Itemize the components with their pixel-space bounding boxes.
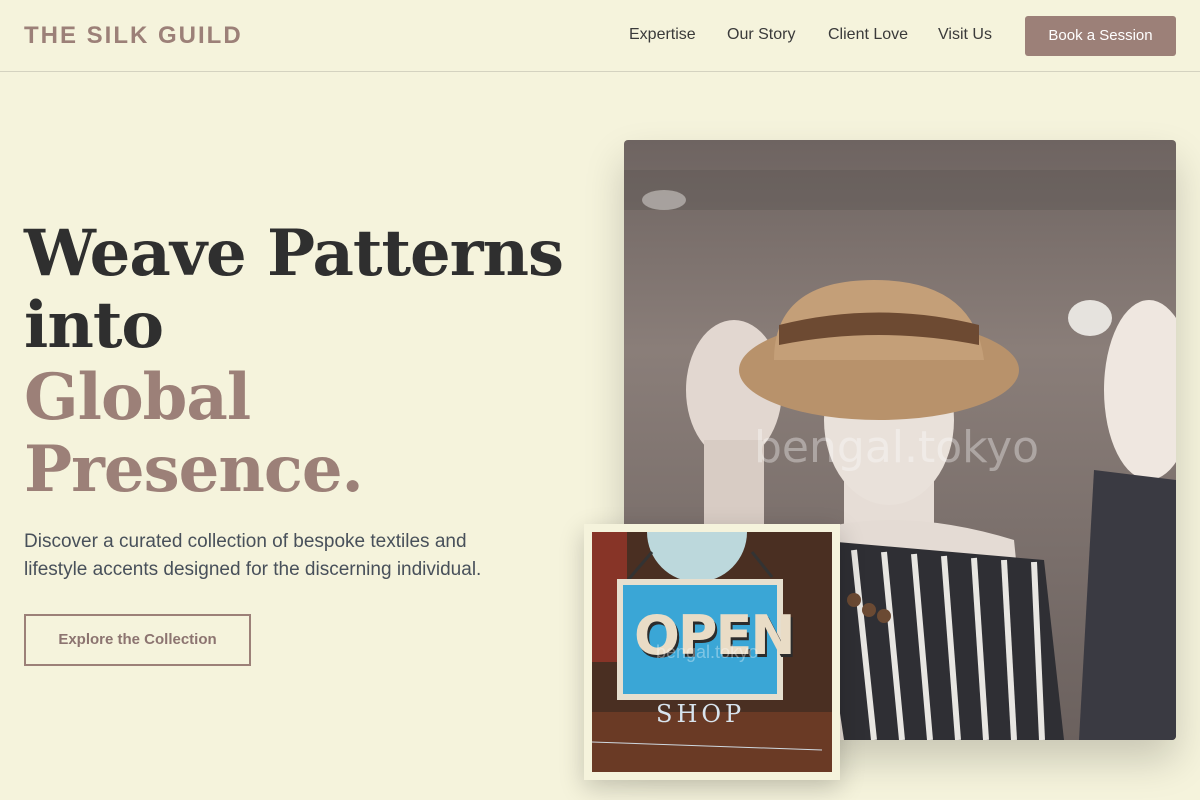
- open-sign-photo-frame: OPEN SHOP bengal.tokyo: [584, 524, 840, 780]
- open-sign-photo: OPEN SHOP bengal.tokyo: [592, 532, 832, 772]
- headline-line-2: into: [24, 288, 164, 363]
- small-photo-watermark: bengal.tokyo: [656, 642, 759, 662]
- headline-line-4: Presence.: [24, 432, 364, 507]
- explore-collection-button[interactable]: Explore the Collection: [24, 614, 251, 666]
- nav-visit-us[interactable]: Visit Us: [938, 26, 992, 44]
- photo-watermark: bengal.tokyo: [754, 422, 1040, 473]
- book-session-button[interactable]: Book a Session: [1025, 16, 1176, 56]
- nav-our-story[interactable]: Our Story: [727, 26, 795, 44]
- nav-expertise[interactable]: Expertise: [629, 26, 696, 44]
- headline-line-1: Weave Patterns: [24, 216, 564, 291]
- shop-sign-text: SHOP: [656, 700, 746, 728]
- hero-subtitle: Discover a curated collection of bespoke…: [24, 531, 482, 580]
- hero-headline: Weave Patterns into Global Presence.: [24, 218, 584, 506]
- nav-client-love[interactable]: Client Love: [828, 26, 908, 44]
- site-header: THE SILK GUILD Expertise Our Story Clien…: [0, 0, 1200, 72]
- brand-logo[interactable]: THE SILK GUILD: [24, 22, 243, 50]
- headline-line-3: Global: [24, 360, 251, 435]
